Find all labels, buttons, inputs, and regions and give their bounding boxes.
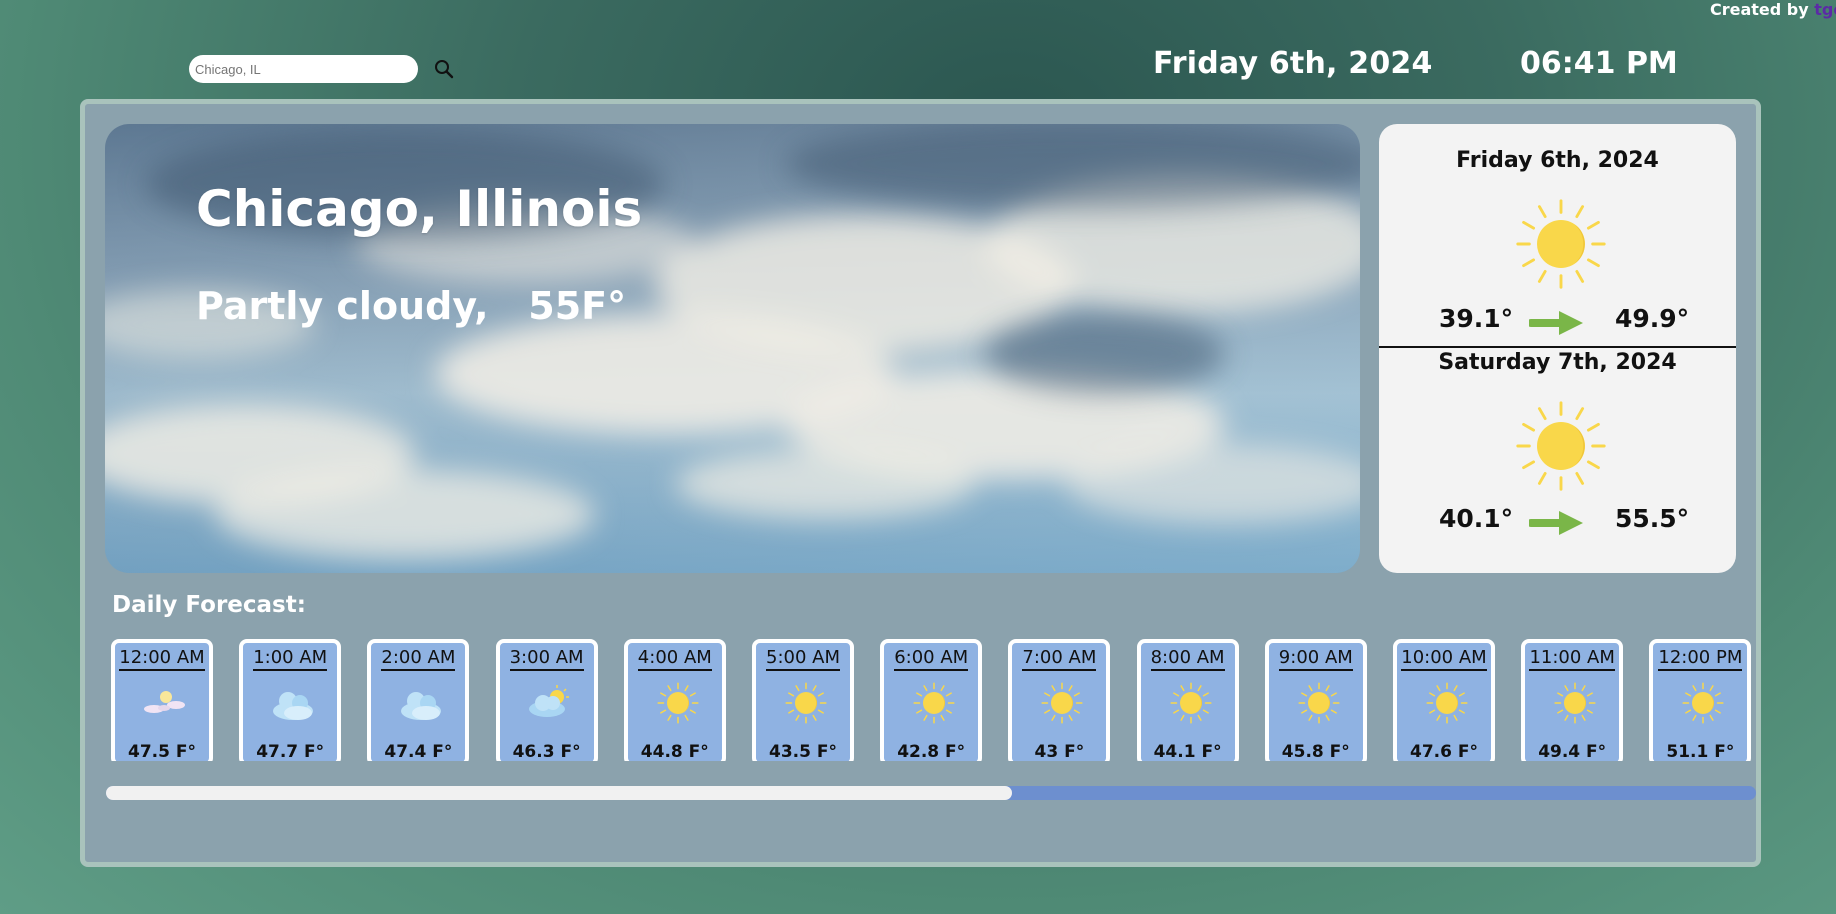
high-temp: 49.9°: [1615, 304, 1690, 333]
hour-time-label: 6:00 AM: [894, 647, 969, 671]
sun-icon: [1516, 401, 1606, 491]
daily-summary-panel: Friday 6th, 2024 39.1° 49.9° Saturday 7t…: [1379, 124, 1736, 573]
sun-icon: [1041, 682, 1083, 724]
header-time: 06:41 PM: [1520, 46, 1678, 81]
hour-time-label: 12:00 AM: [119, 647, 205, 671]
hour-time-label: 12:00 PM: [1658, 647, 1743, 671]
search-input[interactable]: [189, 55, 418, 83]
hour-time-label: 1:00 AM: [253, 647, 328, 671]
sun-icon: [657, 682, 699, 724]
cloud-icon: [273, 692, 314, 720]
hour-temperature: 46.3 F°: [512, 742, 581, 761]
hour-card: 10:00 AM 47.6 F°: [1393, 639, 1495, 761]
sun-icon: [1426, 682, 1468, 724]
hour-time: 8:00 AM: [1141, 647, 1235, 671]
current-condition: Partly cloudy, 55F°: [196, 284, 626, 328]
hourly-forecast-strip[interactable]: 12:00 AM 47.5 F° 1:00 AM 47.7 F° 2:00 AM 47.4…: [111, 639, 1754, 761]
hour-time: 10:00 AM: [1397, 647, 1491, 671]
city-name: Chicago, Illinois: [196, 180, 643, 238]
hour-temperature: 51.1 F°: [1666, 742, 1735, 761]
scrollbar-thumb[interactable]: [106, 786, 1012, 800]
hour-temperature: 44.1 F°: [1153, 742, 1222, 761]
hour-temperature: 47.4 F°: [384, 742, 453, 761]
hour-temperature: 43 F°: [1034, 742, 1085, 761]
hour-temperature: 43.5 F°: [769, 742, 837, 761]
hour-time: 1:00 AM: [243, 647, 337, 671]
hour-time-label: 8:00 AM: [1150, 647, 1225, 671]
sun-icon: [913, 682, 955, 724]
hour-card: 8:00 AM 44.1 F°: [1136, 639, 1239, 761]
hour-time-label: 11:00 AM: [1529, 647, 1615, 671]
search-button[interactable]: [431, 57, 457, 83]
hour-time: 12:00 AM: [115, 647, 209, 671]
search-bar: [189, 55, 454, 83]
hour-time-label: 7:00 AM: [1022, 647, 1097, 671]
hour-card: 6:00 AM 42.8 F°: [880, 639, 983, 761]
hour-temperature: 42.8 F°: [897, 742, 966, 761]
hour-time-label: 10:00 AM: [1401, 647, 1487, 671]
current-temperature: 55F°: [528, 284, 627, 328]
hour-time: 4:00 AM: [628, 647, 722, 671]
sun-icon: [1298, 682, 1340, 724]
hour-time-label: 5:00 AM: [766, 647, 840, 671]
hour-time: 7:00 AM: [1012, 647, 1106, 671]
hour-card: 12:00 PM 51.1 F°: [1649, 639, 1752, 761]
hour-card: 4:00 AM 44.8 F°: [623, 639, 726, 761]
day-summary: Friday 6th, 2024 39.1° 49.9°: [1379, 124, 1736, 348]
low-temp: 40.1°: [1439, 504, 1514, 533]
hour-time: 12:00 PM: [1653, 647, 1747, 671]
hour-card: 11:00 AM 49.4 F°: [1521, 639, 1624, 761]
hour-time-label: 2:00 AM: [381, 647, 456, 671]
hour-card: 2:00 AM 47.4 F°: [367, 639, 470, 761]
sun-icon: [1170, 682, 1212, 724]
hour-card: 7:00 AM 43 F°: [1008, 639, 1111, 761]
high-temp: 55.5°: [1615, 504, 1690, 533]
hour-card: 9:00 AM 45.8 F°: [1264, 639, 1367, 761]
main-panel: Chicago, Illinois Partly cloudy, 55F° Fr…: [80, 99, 1761, 867]
hour-time: 6:00 AM: [884, 647, 978, 671]
search-icon: [435, 59, 454, 78]
hour-temperature: 45.8 F°: [1281, 742, 1350, 761]
sun-icon: [1516, 199, 1606, 289]
moon-cloud-icon: [144, 691, 185, 713]
sun-icon: [1682, 682, 1724, 724]
hour-card: 3:00 AM 46.3 F°: [495, 639, 598, 761]
sun-icon: [1554, 682, 1596, 724]
daily-forecast-label: Daily Forecast:: [112, 592, 306, 618]
hour-time-label: 4:00 AM: [637, 647, 712, 671]
hour-temperature: 44.8 F°: [640, 742, 709, 761]
hour-temperature: 49.4 F°: [1538, 742, 1607, 761]
day-date: Saturday 7th, 2024: [1438, 350, 1677, 375]
hour-time: 11:00 AM: [1525, 647, 1619, 671]
arrow-right-icon: [1529, 311, 1583, 335]
hour-temperature: 47.5 F°: [128, 742, 196, 761]
sun-icon: [785, 682, 827, 724]
current-weather-hero: Chicago, Illinois Partly cloudy, 55F°: [105, 124, 1360, 573]
hour-time: 3:00 AM: [500, 647, 594, 671]
day-date: Friday 6th, 2024: [1456, 148, 1659, 173]
day-summary: Saturday 7th, 2024 40.1° 55.5°: [1379, 350, 1736, 573]
hour-temperature: 47.6 F°: [1410, 742, 1478, 761]
cloud-icon: [401, 692, 442, 720]
hour-time-label: 9:00 AM: [1278, 647, 1353, 671]
hour-time-label: 3:00 AM: [509, 647, 584, 671]
hour-card: 1:00 AM 47.7 F°: [239, 639, 342, 761]
hour-temperature: 47.7 F°: [256, 742, 325, 761]
hour-card: 5:00 AM 43.5 F°: [752, 639, 854, 761]
hour-time: 2:00 AM: [371, 647, 465, 671]
header-date: Friday 6th, 2024: [1153, 46, 1433, 81]
hour-time: 9:00 AM: [1269, 647, 1363, 671]
low-temp: 39.1°: [1439, 304, 1514, 333]
arrow-right-icon: [1529, 511, 1583, 535]
author-link[interactable]: tgorsl: [1814, 0, 1836, 19]
credit-prefix: Created by: [1710, 0, 1815, 19]
credit-text: Created by tgorsl: [1710, 0, 1836, 20]
hour-card: 12:00 AM 47.5 F°: [111, 639, 213, 761]
hour-time: 5:00 AM: [756, 647, 850, 671]
condition-text: Partly cloudy,: [196, 284, 489, 328]
partly-cloudy-icon: [528, 685, 569, 717]
